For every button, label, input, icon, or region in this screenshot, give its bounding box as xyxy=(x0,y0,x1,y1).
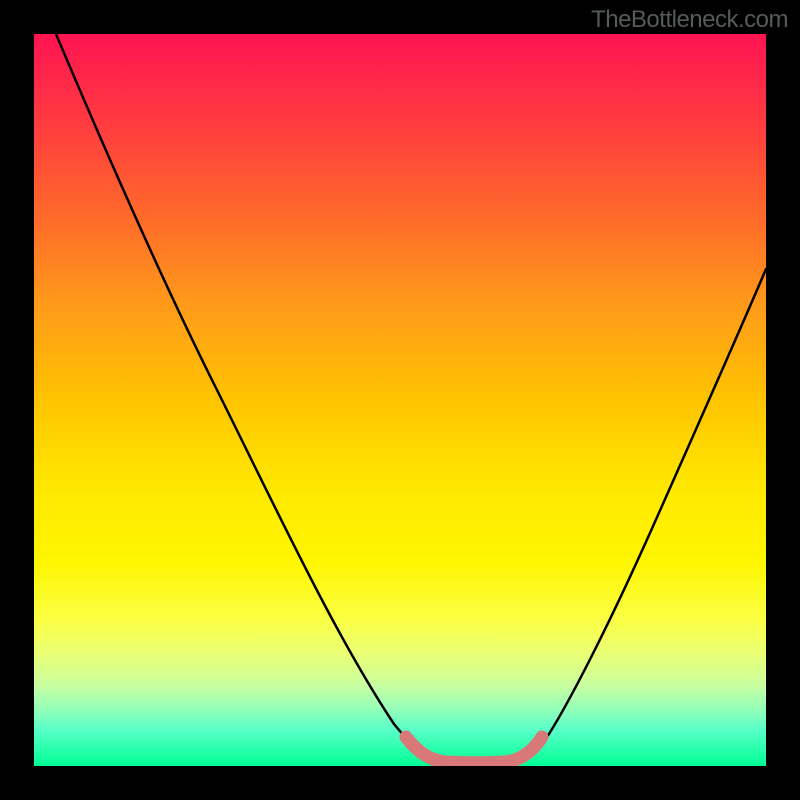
chart-frame: TheBottleneck.com xyxy=(0,0,800,800)
plot-area xyxy=(34,34,766,766)
curve-path xyxy=(56,34,766,763)
watermark-text: TheBottleneck.com xyxy=(591,6,788,34)
valley-highlight-path xyxy=(406,737,542,763)
chart-svg xyxy=(34,34,766,766)
